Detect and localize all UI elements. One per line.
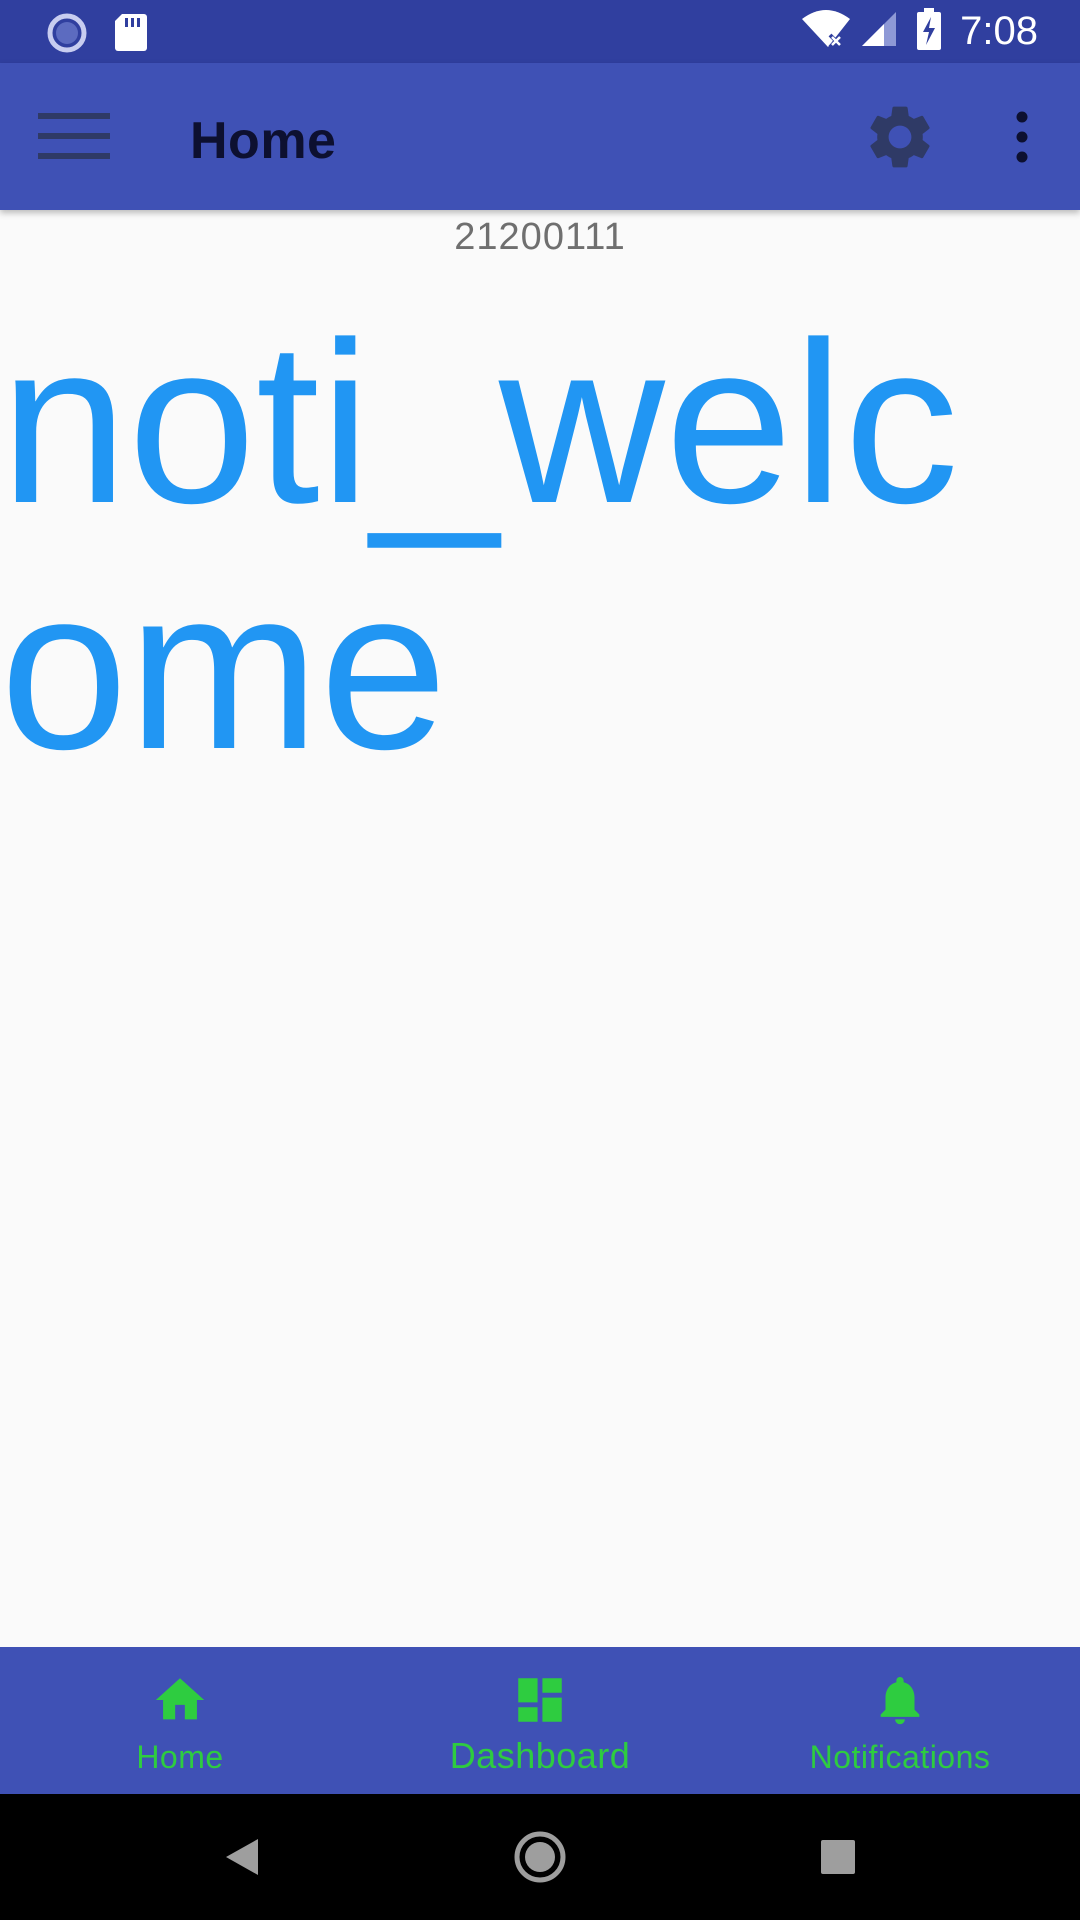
app-bar: Home <box>0 63 1080 210</box>
sync-icon <box>46 12 88 59</box>
signal-icon <box>860 10 898 53</box>
wifi-off-icon <box>802 9 851 54</box>
main-content: 21200111 noti_welcome <box>0 210 1080 1647</box>
home-circle-icon[interactable] <box>510 1827 570 1887</box>
page-title: Home <box>190 112 337 170</box>
status-time: 7:08 <box>960 9 1038 53</box>
hamburger-menu-icon[interactable] <box>38 113 110 161</box>
welcome-message: noti_welcome <box>0 294 959 797</box>
nav-label-notifications: Notifications <box>809 1739 991 1775</box>
bell-icon <box>871 1671 929 1729</box>
sd-card-icon <box>114 12 148 57</box>
dashboard-icon <box>511 1671 569 1729</box>
nav-item-home[interactable]: Home <box>0 1647 360 1794</box>
nav-label-home: Home <box>136 1739 224 1775</box>
back-icon[interactable] <box>212 1827 272 1887</box>
gear-icon[interactable] <box>862 99 938 175</box>
app-screen: 7:08 Home 21200111 noti_welcome Home Das… <box>0 0 1080 1920</box>
code-label: 21200111 <box>454 216 626 258</box>
bottom-navigation: Home Dashboard Notifications <box>0 1647 1080 1794</box>
more-vertical-icon[interactable] <box>1002 107 1042 167</box>
recents-icon[interactable] <box>808 1827 868 1887</box>
nav-item-dashboard[interactable]: Dashboard <box>360 1647 720 1794</box>
battery-charging-icon <box>916 8 942 55</box>
nav-label-dashboard: Dashboard <box>449 1735 631 1776</box>
system-navigation-bar <box>0 1794 1080 1920</box>
status-bar: 7:08 <box>0 0 1080 63</box>
home-icon <box>151 1671 209 1729</box>
nav-item-notifications[interactable]: Notifications <box>720 1647 1080 1794</box>
